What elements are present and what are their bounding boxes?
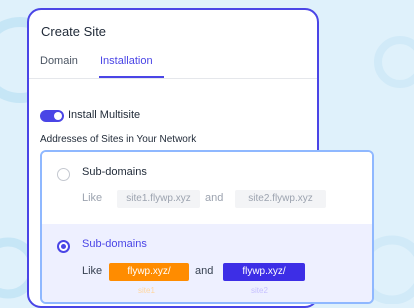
- radio-selected-dot: [61, 244, 66, 249]
- subdirectory-radio[interactable]: [57, 240, 70, 253]
- subdirectory-option[interactable]: Sub-domains Like flywp.xyz/ and flywp.xy…: [42, 224, 372, 302]
- card-title: Create Site: [41, 24, 107, 39]
- example-path2-chip: flywp.xyz/: [223, 263, 305, 281]
- toggle-knob: [54, 112, 62, 120]
- tab-domain[interactable]: Domain: [40, 55, 78, 67]
- like-label: Like: [82, 265, 103, 277]
- and-label: and: [205, 192, 224, 204]
- option-title: Sub-domains: [82, 238, 147, 250]
- tab-divider: [29, 78, 317, 79]
- address-options-panel: Sub-domains Like site1.flywp.xyz and sit…: [40, 150, 374, 304]
- and-label: and: [195, 265, 214, 277]
- multisite-toggle[interactable]: [40, 110, 64, 122]
- example-path1-chip: flywp.xyz/: [109, 263, 189, 281]
- path2-caption: site2: [251, 286, 268, 295]
- tab-installation[interactable]: Installation: [100, 55, 153, 67]
- network-addresses-label: Addresses of Sites in Your Network: [40, 134, 197, 145]
- example-site1-chip: site1.flywp.xyz: [117, 190, 200, 208]
- like-label: Like: [82, 192, 103, 204]
- multisite-toggle-label: Install Multisite: [68, 109, 141, 121]
- subdomain-radio[interactable]: [57, 168, 70, 181]
- example-site2-chip: site2.flywp.xyz: [235, 190, 326, 208]
- path1-caption: site1: [138, 286, 155, 295]
- option-title: Sub-domains: [82, 166, 147, 178]
- subdomain-option[interactable]: Sub-domains Like site1.flywp.xyz and sit…: [42, 152, 372, 224]
